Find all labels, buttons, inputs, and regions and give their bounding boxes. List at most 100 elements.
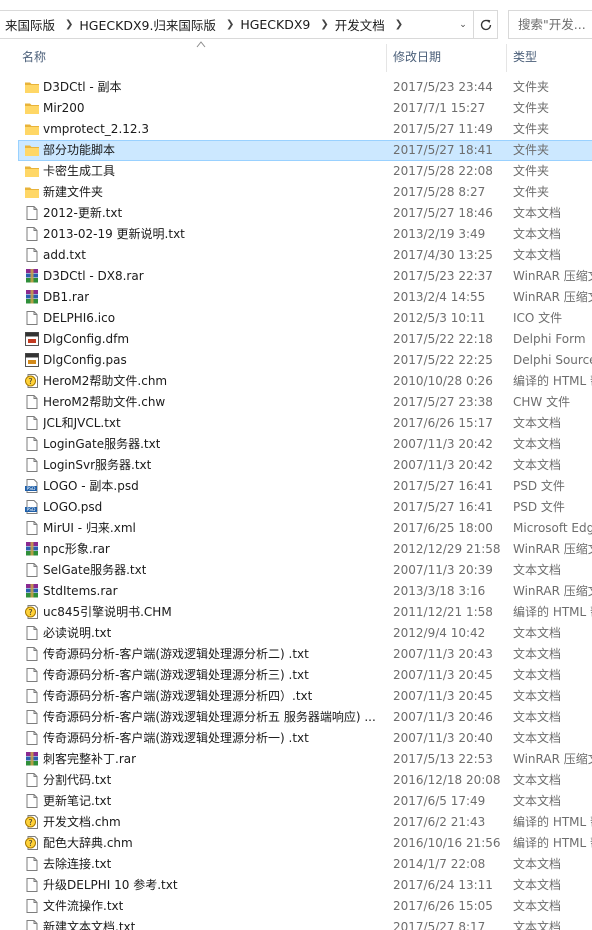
file-row[interactable]: PSD LOGO - 副本.psd 2017/5/27 16:41 PSD 文件 (0, 476, 592, 497)
file-row[interactable]: add.txt 2017/4/30 13:25 文本文档 (0, 245, 592, 266)
file-type: 文本文档 (513, 794, 562, 808)
breadcrumb-2[interactable]: HGECKDX9 (240, 17, 310, 32)
file-type: 编译的 HTML 帮 (513, 836, 592, 850)
file-row[interactable]: 部分功能脚本 2017/5/27 18:41 文件夹 (0, 140, 592, 161)
file-row[interactable]: Mir200 2017/7/1 15:27 文件夹 (0, 98, 592, 119)
chevron-right-icon[interactable]: ❯ (385, 19, 409, 30)
file-date: 2017/5/27 18:46 (393, 206, 493, 220)
text-file-icon (24, 625, 40, 641)
chevron-down-icon[interactable]: ⌄ (454, 18, 472, 32)
chevron-right-icon[interactable]: ❯ (216, 19, 240, 30)
file-row[interactable]: 传奇源码分析-客户端(游戏逻辑处理源分析一) .txt 2007/11/3 20… (0, 728, 592, 749)
file-row[interactable]: 更新笔记.txt 2017/6/5 17:49 文本文档 (0, 791, 592, 812)
breadcrumb-1[interactable]: HGECKDX9.归来国际版 (79, 15, 216, 34)
address-bar[interactable]: 来国际版 ❯ HGECKDX9.归来国际版 ❯ HGECKDX9 ❯ 开发文档 … (0, 10, 474, 39)
text-file-icon (24, 247, 40, 263)
chevron-right-icon[interactable]: ❯ (55, 19, 79, 30)
svg-text:?: ? (28, 377, 32, 386)
file-row[interactable]: 升级DELPHI 10 参考.txt 2017/6/24 13:11 文本文档 (0, 875, 592, 896)
chevron-right-icon[interactable]: ❯ (310, 19, 334, 30)
file-date: 2014/1/7 22:08 (393, 857, 486, 871)
file-type: 文本文档 (513, 563, 562, 577)
file-name: 2012-更新.txt (43, 206, 123, 220)
file-row[interactable]: JCL和JVCL.txt 2017/6/26 15:17 文本文档 (0, 413, 592, 434)
file-row[interactable]: 传奇源码分析-客户端(游戏逻辑处理源分析四）.txt 2007/11/3 20:… (0, 686, 592, 707)
file-name: 刺客完整补丁.rar (43, 752, 137, 766)
file-row[interactable]: HeroM2帮助文件.chw 2017/5/27 23:38 CHW 文件 (0, 392, 592, 413)
file-type: WinRAR 压缩文 (513, 584, 592, 598)
file-row[interactable]: npc形象.rar 2012/12/29 21:58 WinRAR 压缩文 (0, 539, 592, 560)
column-header-date[interactable]: 修改日期 (393, 40, 441, 74)
file-row[interactable]: 去除连接.txt 2014/1/7 22:08 文本文档 (0, 854, 592, 875)
svg-text:?: ? (28, 818, 32, 827)
file-type: 文本文档 (513, 668, 562, 682)
file-type: 文件夹 (513, 164, 550, 178)
text-file-icon (24, 646, 40, 662)
file-name: LOGO.psd (43, 500, 103, 514)
text-file-icon (24, 730, 40, 746)
file-row[interactable]: 2013-02-19 更新说明.txt 2013/2/19 3:49 文本文档 (0, 224, 592, 245)
file-row[interactable]: vmprotect_2.12.3 2017/5/27 11:49 文件夹 (0, 119, 592, 140)
file-row[interactable]: ? 开发文档.chm 2017/6/2 21:43 编译的 HTML 帮 (0, 812, 592, 833)
file-date: 2017/6/26 15:05 (393, 899, 493, 913)
text-file-icon (24, 226, 40, 242)
text-file-icon (24, 919, 40, 930)
file-row[interactable]: MirUI - 归来.xml 2017/6/25 18:00 Microsoft… (0, 518, 592, 539)
file-date: 2017/5/22 22:25 (393, 353, 493, 367)
file-row[interactable]: StdItems.rar 2013/3/18 3:16 WinRAR 压缩文 (0, 581, 592, 602)
file-row[interactable]: 文件流操作.txt 2017/6/26 15:05 文本文档 (0, 896, 592, 917)
sort-ascending-icon (196, 41, 206, 48)
file-row[interactable]: LoginSvr服务器.txt 2007/11/3 20:42 文本文档 (0, 455, 592, 476)
file-row[interactable]: 2012-更新.txt 2017/5/27 18:46 文本文档 (0, 203, 592, 224)
column-header-name[interactable]: 名称 (22, 40, 46, 74)
file-row[interactable]: D3DCtl - 副本 2017/5/23 23:44 文件夹 (0, 77, 592, 98)
file-row[interactable]: 传奇源码分析-客户端(游戏逻辑处理源分析二) .txt 2007/11/3 20… (0, 644, 592, 665)
svg-text:PSD: PSD (26, 486, 36, 492)
text-file-icon (24, 793, 40, 809)
file-date: 2017/5/28 8:27 (393, 185, 486, 199)
column-header-type[interactable]: 类型 (513, 40, 537, 74)
file-row[interactable]: PSD LOGO.psd 2017/5/27 16:41 PSD 文件 (0, 497, 592, 518)
file-name: 文件流操作.txt (43, 899, 124, 913)
file-row[interactable]: 分割代码.txt 2016/12/18 20:08 文本文档 (0, 770, 592, 791)
column-divider[interactable] (386, 44, 387, 72)
file-row[interactable]: ? HeroM2帮助文件.chm 2010/10/28 0:26 编译的 HTM… (0, 371, 592, 392)
file-row[interactable]: DELPHI6.ico 2012/5/3 10:11 ICO 文件 (0, 308, 592, 329)
file-type: 文本文档 (513, 647, 562, 661)
file-row[interactable]: ? 配色大辞典.chm 2016/10/16 21:56 编译的 HTML 帮 (0, 833, 592, 854)
file-date: 2017/5/27 23:38 (393, 395, 493, 409)
file-date: 2017/6/26 15:17 (393, 416, 493, 430)
file-row[interactable]: DB1.rar 2013/2/4 14:55 WinRAR 压缩文 (0, 287, 592, 308)
file-row[interactable]: 传奇源码分析-客户端(游戏逻辑处理源分析五 服务器端响应) ... 2007/1… (0, 707, 592, 728)
file-row[interactable]: 传奇源码分析-客户端(游戏逻辑处理源分析三) .txt 2007/11/3 20… (0, 665, 592, 686)
file-row[interactable]: D3DCtl - DX8.rar 2017/5/23 22:37 WinRAR … (0, 266, 592, 287)
refresh-button[interactable] (474, 10, 498, 39)
file-date: 2012/12/29 21:58 (393, 542, 501, 556)
file-row[interactable]: DlgConfig.pas 2017/5/22 22:25 Delphi Sou… (0, 350, 592, 371)
file-name: uc845引擎说明书.CHM (43, 605, 172, 619)
file-row[interactable]: DlgConfig.dfm 2017/5/22 22:18 Delphi For… (0, 329, 592, 350)
text-file-icon (24, 772, 40, 788)
file-type: PSD 文件 (513, 479, 565, 493)
column-header: 名称 修改日期 类型 (0, 40, 592, 76)
breadcrumb-0[interactable]: 来国际版 (0, 15, 55, 34)
column-divider[interactable] (506, 44, 507, 72)
file-type: ICO 文件 (513, 311, 563, 325)
file-row[interactable]: ? uc845引擎说明书.CHM 2011/12/21 1:58 编译的 HTM… (0, 602, 592, 623)
file-date: 2017/6/2 21:43 (393, 815, 486, 829)
file-row[interactable]: 卡密生成工具 2017/5/28 22:08 文件夹 (0, 161, 592, 182)
file-row[interactable]: 必读说明.txt 2012/9/4 10:42 文本文档 (0, 623, 592, 644)
search-input[interactable]: 搜索"开发... (508, 10, 592, 39)
file-row[interactable]: LoginGate服务器.txt 2007/11/3 20:42 文本文档 (0, 434, 592, 455)
file-row[interactable]: 新建文件夹 2017/5/28 8:27 文件夹 (0, 182, 592, 203)
file-name: JCL和JVCL.txt (43, 416, 121, 430)
file-row[interactable]: SelGate服务器.txt 2007/11/3 20:39 文本文档 (0, 560, 592, 581)
breadcrumb-3[interactable]: 开发文档 (335, 15, 385, 34)
file-type: CHW 文件 (513, 395, 571, 409)
file-name: Mir200 (43, 101, 85, 115)
file-type: 编译的 HTML 帮 (513, 374, 592, 388)
file-row[interactable]: 刺客完整补丁.rar 2017/5/13 22:53 WinRAR 压缩文 (0, 749, 592, 770)
file-name: StdItems.rar (43, 584, 118, 598)
file-row[interactable]: 新建文本文档.txt 2017/5/27 8:17 文本文档 (0, 917, 592, 930)
file-type: WinRAR 压缩文 (513, 542, 592, 556)
